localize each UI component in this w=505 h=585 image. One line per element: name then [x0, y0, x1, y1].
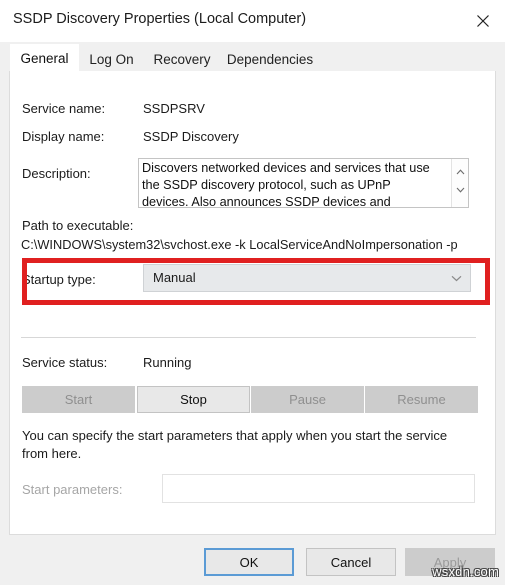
service-status-label: Service status:: [22, 355, 108, 370]
tab-dependencies[interactable]: Dependencies: [220, 46, 320, 72]
stop-button[interactable]: Stop: [137, 386, 250, 413]
path-to-executable-value: C:\WINDOWS\system32\svchost.exe -k Local…: [21, 237, 458, 252]
apply-button[interactable]: Apply: [405, 548, 495, 576]
service-properties-dialog: SSDP Discovery Properties (Local Compute…: [0, 0, 505, 585]
cancel-button[interactable]: Cancel: [306, 548, 396, 576]
start-parameters-help-text: You can specify the start parameters tha…: [22, 428, 448, 461]
start-button[interactable]: Start: [22, 386, 135, 413]
service-name-label: Service name:: [22, 101, 106, 116]
apply-button-label: Apply: [433, 554, 467, 570]
scroll-down-button[interactable]: [452, 182, 468, 198]
tab-log-on[interactable]: Log On: [79, 46, 144, 72]
resume-button-label: Resume: [397, 392, 446, 407]
pause-button-label: Pause: [289, 392, 326, 407]
ok-button-label: OK: [239, 554, 259, 570]
tab-log-on-label: Log On: [89, 51, 134, 67]
display-name-label: Display name:: [22, 129, 105, 144]
startup-type-label: Startup type:: [22, 272, 96, 287]
pause-button[interactable]: Pause: [251, 386, 364, 413]
start-parameters-input[interactable]: [162, 474, 475, 503]
start-parameters-label: Start parameters:: [22, 482, 123, 497]
tab-strip: General Log On Recovery Dependencies: [0, 42, 505, 72]
startup-type-value: Manual: [153, 270, 196, 285]
tab-general-label: General: [20, 50, 69, 66]
tab-dependencies-label: Dependencies: [226, 51, 314, 67]
description-label: Description:: [22, 166, 91, 181]
tab-general[interactable]: General: [10, 44, 79, 72]
ok-button[interactable]: OK: [204, 548, 294, 576]
scroll-up-button[interactable]: [452, 164, 468, 180]
chevron-down-icon: [450, 274, 462, 283]
description-scrollbar[interactable]: [451, 159, 468, 207]
service-status-value: Running: [143, 355, 192, 370]
path-to-executable-label: Path to executable:: [22, 218, 134, 233]
chevron-down-icon: [456, 187, 465, 193]
window-title: SSDP Discovery Properties (Local Compute…: [13, 11, 307, 27]
tab-recovery[interactable]: Recovery: [144, 46, 220, 72]
display-name-value: SSDP Discovery: [143, 129, 239, 144]
close-icon: [476, 14, 489, 27]
section-divider: [21, 337, 476, 338]
start-button-label: Start: [64, 392, 93, 407]
chevron-up-icon: [456, 169, 465, 175]
description-textarea[interactable]: Discovers networked devices and services…: [138, 158, 469, 208]
service-name-value: SSDPSRV: [143, 101, 205, 116]
startup-type-dropdown[interactable]: Manual: [143, 264, 471, 292]
cancel-button-label: Cancel: [330, 554, 372, 570]
stop-button-label: Stop: [180, 392, 207, 407]
tab-recovery-label: Recovery: [153, 51, 211, 67]
description-text: Discovers networked devices and services…: [142, 161, 430, 208]
close-button[interactable]: [460, 0, 505, 41]
resume-button[interactable]: Resume: [365, 386, 478, 413]
title-bar: SSDP Discovery Properties (Local Compute…: [0, 0, 505, 43]
